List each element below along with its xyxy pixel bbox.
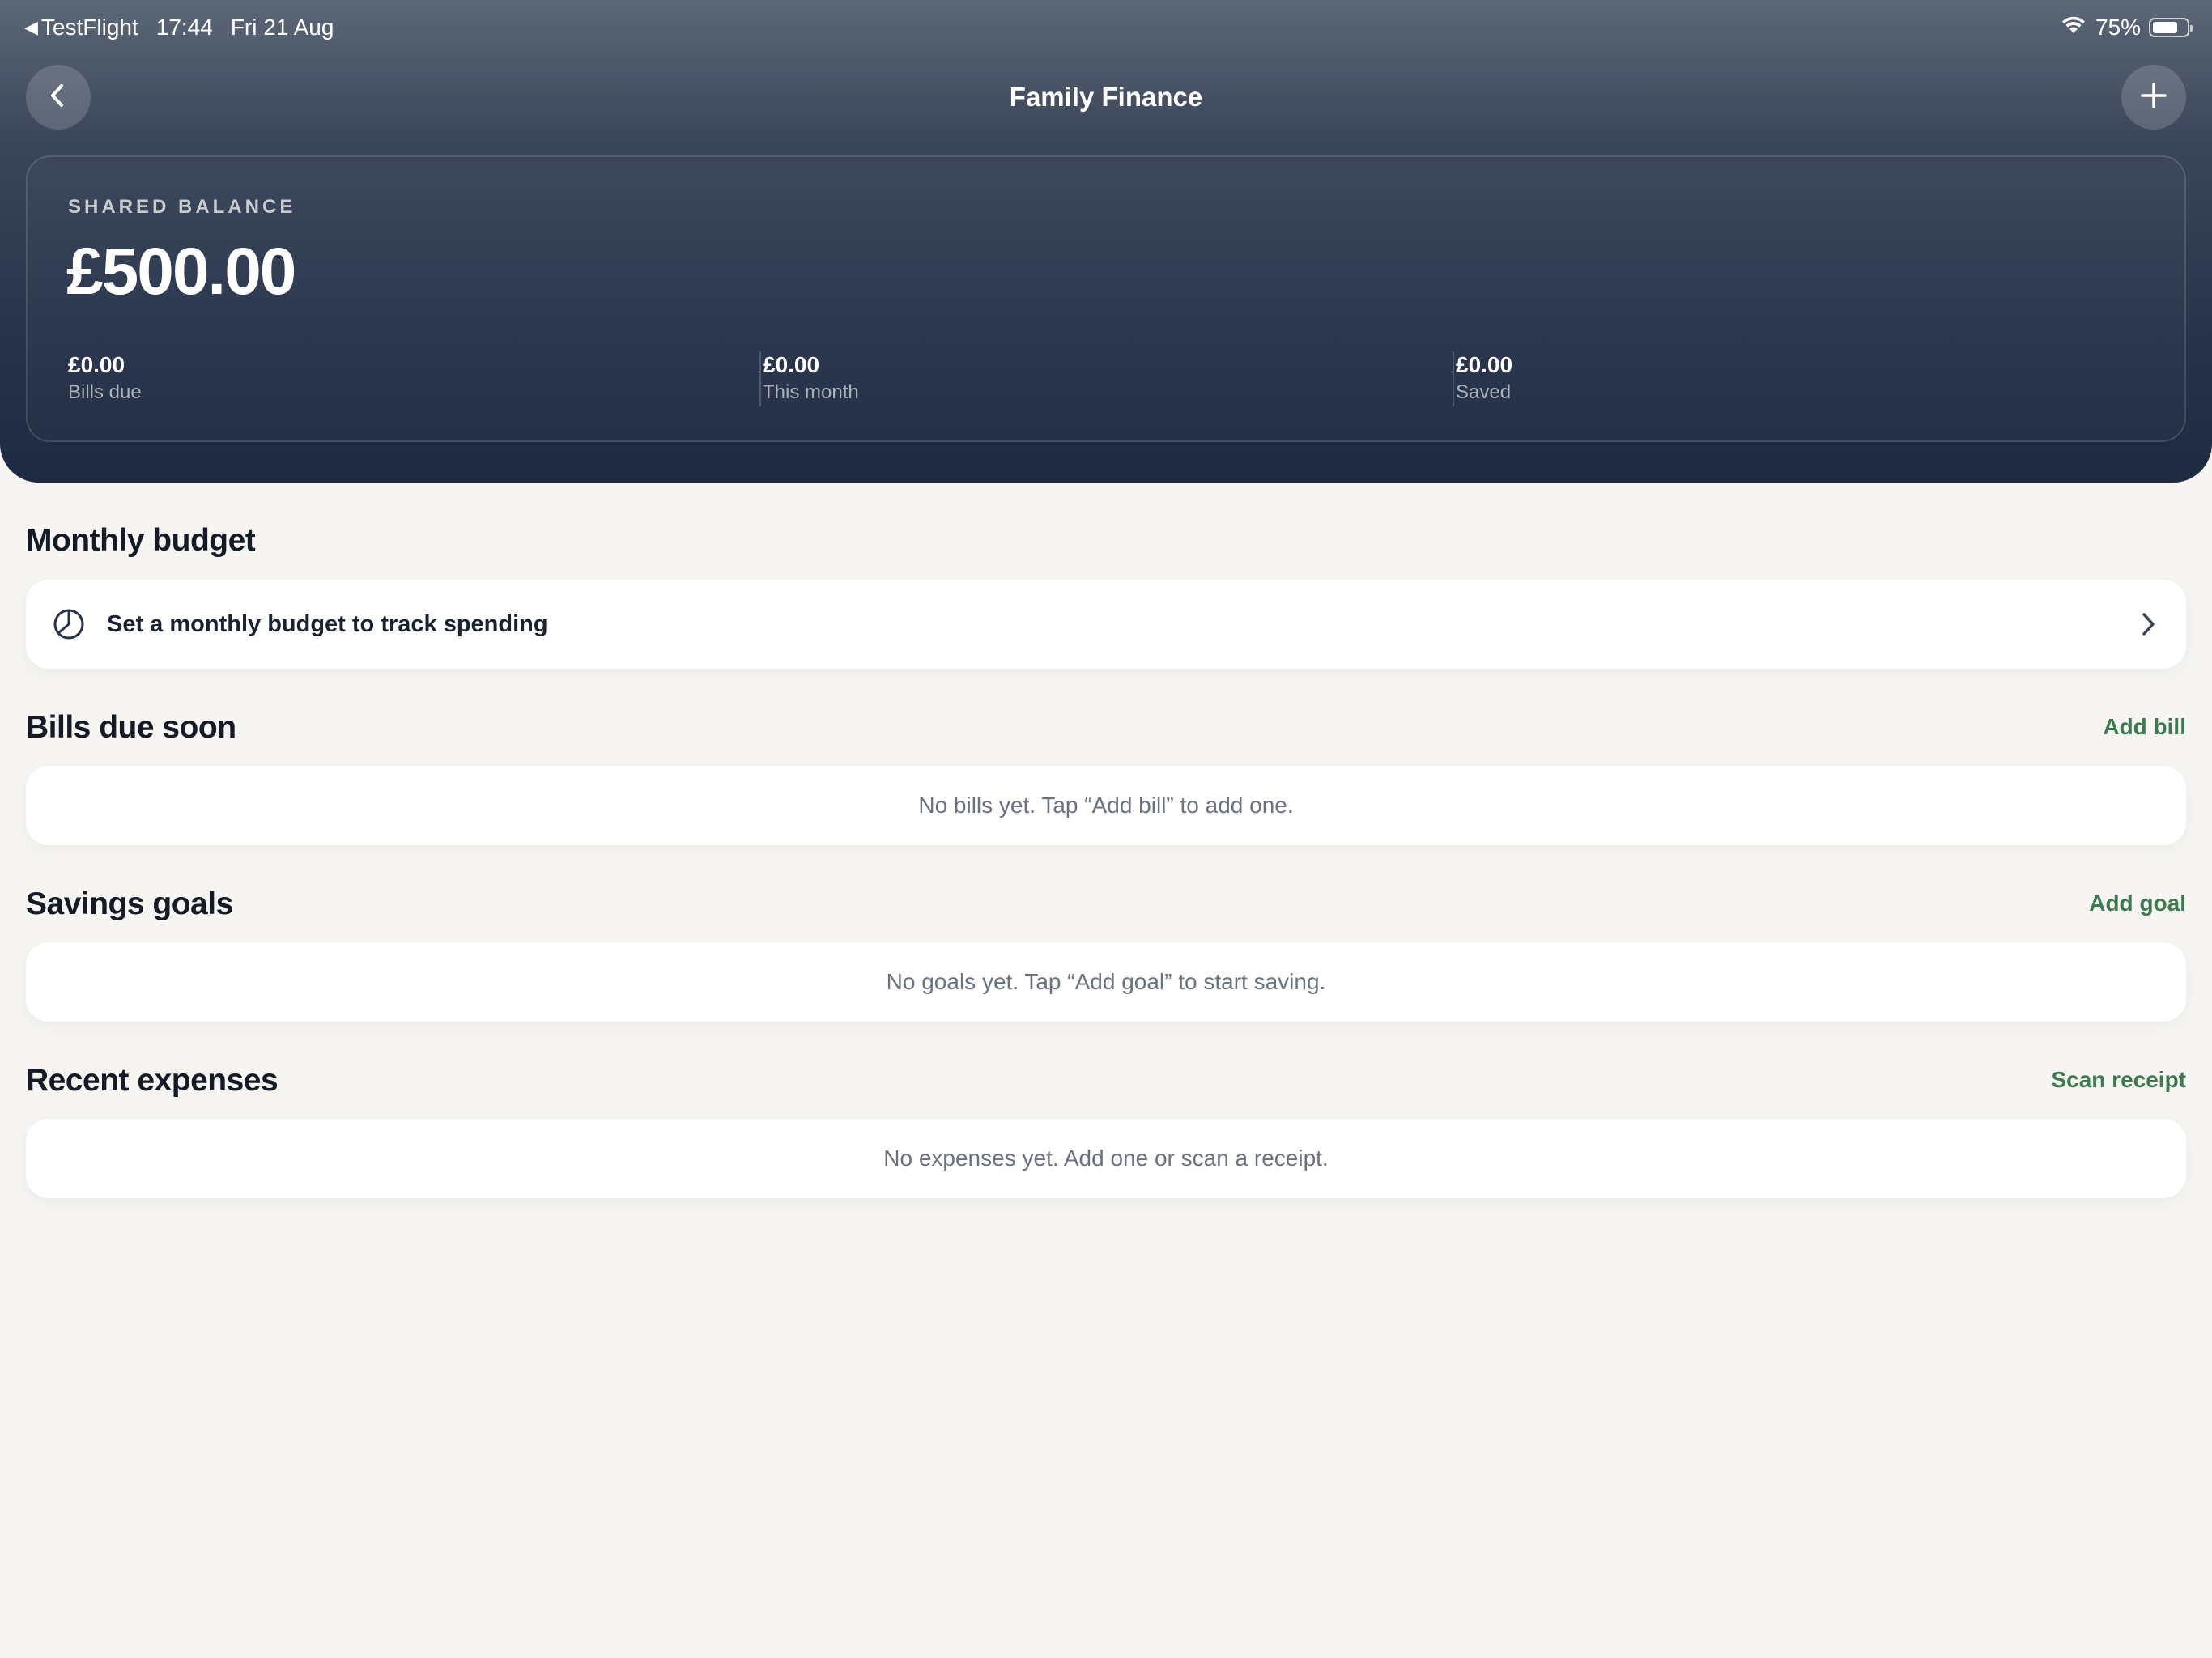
- plus-icon: [2139, 81, 2168, 114]
- battery-icon: [2149, 18, 2193, 37]
- stat-value: £0.00: [763, 352, 820, 377]
- battery-fill: [2153, 22, 2177, 33]
- stat-bills-due: £0.00 Bills due: [68, 351, 142, 406]
- bills-title: Bills due soon: [26, 710, 236, 745]
- stat-label: Bills due: [68, 381, 142, 403]
- stat-label: Saved: [1456, 381, 1512, 403]
- set-budget-label: Set a monthly budget to track spending: [107, 611, 548, 637]
- add-bill-button[interactable]: Add bill: [2103, 711, 2186, 743]
- back-app-label: TestFlight: [40, 15, 138, 40]
- goals-empty-text: No goals yet. Tap “Add goal” to start sa…: [886, 969, 1326, 994]
- shared-balance-card: SHARED BALANCE £500.00 £0.00 Bills due £…: [26, 155, 2186, 442]
- balance-amount: £500.00: [66, 235, 296, 308]
- stat-value: £0.00: [68, 352, 125, 377]
- expenses-empty-text: No expenses yet. Add one or scan a recei…: [883, 1146, 1329, 1171]
- pie-chart-icon: [52, 607, 86, 645]
- status-time: 17:44: [155, 15, 213, 40]
- add-goal-button[interactable]: Add goal: [2089, 887, 2186, 920]
- status-bar-right: 75%: [2060, 11, 2193, 44]
- chevron-right-icon: [2139, 610, 2157, 642]
- back-to-app-button[interactable]: ◀ TestFlight: [24, 11, 138, 44]
- wifi-icon: [2060, 11, 2087, 44]
- expenses-card: No expenses yet. Add one or scan a recei…: [26, 1119, 2186, 1198]
- add-button[interactable]: [2121, 65, 2186, 130]
- bills-card: No bills yet. Tap “Add bill” to add one.: [26, 766, 2186, 845]
- status-date: Fri 21 Aug: [230, 15, 334, 40]
- page-title: Family Finance: [1009, 82, 1203, 112]
- stat-this-month: £0.00 This month: [759, 351, 859, 406]
- stat-label: This month: [763, 381, 859, 403]
- status-bar: ◀ TestFlight 17:44 Fri 21 Aug 75%: [0, 11, 2212, 44]
- header-panel: ◀ TestFlight 17:44 Fri 21 Aug 75% Family…: [0, 0, 2212, 483]
- monthly-budget-title: Monthly budget: [26, 523, 256, 558]
- goals-card: No goals yet. Tap “Add goal” to start sa…: [26, 942, 2186, 1022]
- back-triangle-icon: ◀: [24, 17, 38, 37]
- balance-label: SHARED BALANCE: [68, 196, 296, 218]
- battery-percent: 75%: [2095, 15, 2141, 40]
- set-budget-row[interactable]: Set a monthly budget to track spending: [26, 580, 2186, 669]
- bills-empty-text: No bills yet. Tap “Add bill” to add one.: [918, 793, 1294, 818]
- expenses-title: Recent expenses: [26, 1063, 279, 1098]
- stat-value: £0.00: [1456, 352, 1513, 377]
- stat-saved: £0.00 Saved: [1453, 351, 1512, 406]
- scan-receipt-button[interactable]: Scan receipt: [2051, 1064, 2186, 1096]
- goals-title: Savings goals: [26, 886, 233, 921]
- status-bar-left: ◀ TestFlight 17:44 Fri 21 Aug: [24, 11, 334, 44]
